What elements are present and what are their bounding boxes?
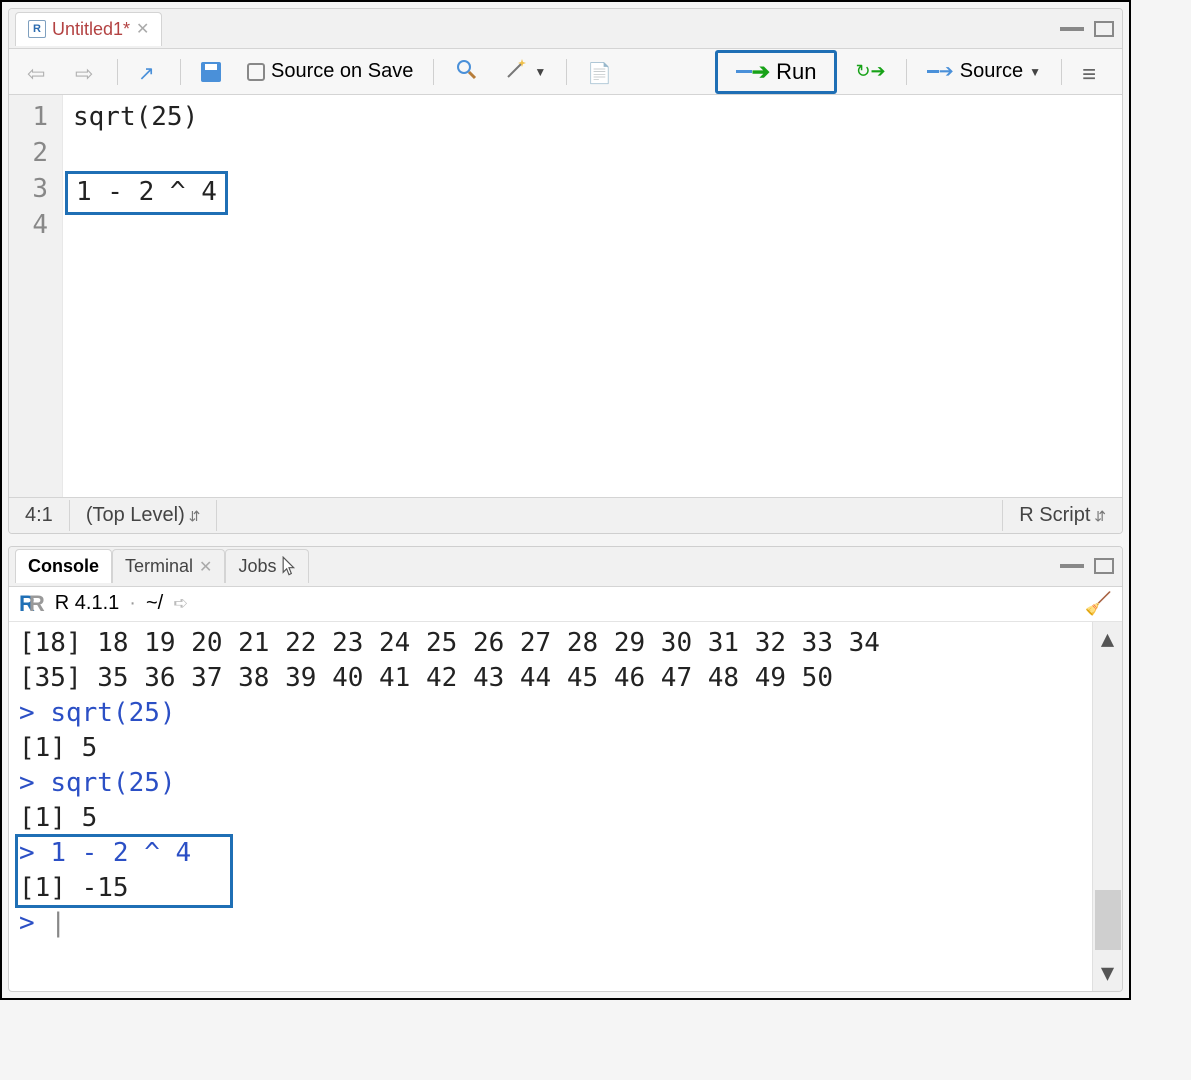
separator (433, 59, 434, 85)
tab-console-label: Console (28, 556, 99, 577)
magnifier-icon (454, 57, 478, 87)
find-replace-button[interactable] (446, 53, 486, 91)
scroll-thumb[interactable] (1095, 890, 1121, 950)
chevron-down-icon: ▼ (1029, 65, 1041, 79)
maximize-pane-icon[interactable] (1094, 558, 1114, 574)
r-logo-icon: RR (19, 591, 45, 617)
scroll-down-icon[interactable]: ▼ (1101, 956, 1114, 991)
floppy-disk-icon (201, 62, 221, 82)
arrow-left-icon (27, 61, 49, 83)
console-pane: Console Terminal ✕ Jobs RR R 4.1.1 · ~/ … (8, 546, 1123, 992)
mouse-cursor-icon (282, 556, 296, 577)
cursor-position: 4:1 (9, 500, 70, 531)
compile-report-button[interactable] (579, 57, 617, 87)
editor-toolbar: Source on Save ▼ ➔ Run ↻➔ ➔ (9, 49, 1122, 95)
editor-tab-row: R Untitled1* ✕ (9, 9, 1122, 49)
tab-jobs[interactable]: Jobs (225, 549, 309, 583)
save-button[interactable] (193, 58, 229, 86)
minimize-pane-icon[interactable] (1060, 564, 1084, 568)
code-lines[interactable]: sqrt(25) 1 - 2 ^ 4 (63, 95, 1122, 497)
scroll-up-icon[interactable]: ▲ (1101, 622, 1114, 657)
chevron-down-icon: ▼ (534, 65, 546, 79)
tab-jobs-label: Jobs (238, 556, 276, 577)
nav-back-button[interactable] (19, 57, 57, 87)
file-tab-untitled1[interactable]: R Untitled1* ✕ (15, 12, 162, 46)
rerun-button[interactable]: ↻➔ (847, 57, 893, 86)
source-button-label: Source (960, 60, 1023, 83)
goto-directory-icon[interactable]: ➪ (173, 593, 188, 614)
separator (117, 59, 118, 85)
separator (906, 59, 907, 85)
tab-console[interactable]: Console (15, 549, 112, 583)
code-tools-button[interactable]: ▼ (496, 53, 554, 91)
tab-terminal[interactable]: Terminal ✕ (112, 549, 225, 583)
outline-icon (1082, 61, 1104, 83)
source-on-save-checkbox[interactable]: Source on Save (239, 56, 421, 87)
separator (180, 59, 181, 85)
console-output[interactable]: [18] 18 19 20 21 22 23 24 25 26 27 28 29… (9, 622, 1092, 991)
source-arrow-icon: ➔ (927, 61, 954, 82)
maximize-pane-icon[interactable] (1094, 21, 1114, 37)
tab-terminal-label: Terminal (125, 556, 193, 577)
r-version-label: R 4.1.1 (55, 592, 119, 615)
notebook-icon (587, 61, 609, 83)
run-arrow-icon: ➔ (736, 59, 770, 85)
run-button-label: Run (776, 59, 816, 85)
run-button[interactable]: ➔ Run (715, 50, 838, 94)
show-in-new-window-button[interactable] (130, 57, 168, 87)
scope-selector[interactable]: (Top Level) (70, 500, 218, 531)
nav-forward-button[interactable] (67, 57, 105, 87)
scrollbar[interactable]: ▲ ▼ (1092, 622, 1122, 991)
checkbox-icon (247, 63, 265, 81)
separator (1061, 59, 1062, 85)
minimize-pane-icon[interactable] (1060, 27, 1084, 31)
console-header: RR R 4.1.1 · ~/ ➪ 🧹 (9, 587, 1122, 622)
editor-pane: R Untitled1* ✕ Source on Save (8, 8, 1123, 534)
source-button[interactable]: ➔ Source ▼ (919, 56, 1049, 87)
magic-wand-icon (504, 57, 528, 87)
clear-console-icon[interactable]: 🧹 (1085, 591, 1112, 617)
separator-dot: · (129, 592, 136, 615)
console-body: [18] 18 19 20 21 22 23 24 25 26 27 28 29… (9, 622, 1122, 991)
separator (566, 59, 567, 85)
console-tab-row: Console Terminal ✕ Jobs (9, 547, 1122, 587)
line-number-gutter: 1234 (9, 95, 63, 497)
editor-status-bar: 4:1 (Top Level) R Script (9, 497, 1122, 533)
rerun-icon: ↻➔ (855, 61, 885, 82)
console-highlight-box (15, 834, 233, 908)
code-editor[interactable]: 1234 sqrt(25) 1 - 2 ^ 4 (9, 95, 1122, 497)
pane-window-controls (1060, 558, 1114, 574)
close-tab-icon[interactable]: ✕ (199, 557, 212, 577)
pane-window-controls (1060, 21, 1114, 37)
close-tab-icon[interactable]: ✕ (136, 19, 149, 39)
source-on-save-label: Source on Save (271, 60, 413, 83)
working-directory[interactable]: ~/ (146, 592, 163, 615)
r-file-icon: R (28, 20, 46, 38)
file-type-selector[interactable]: R Script (1002, 500, 1122, 531)
arrow-right-icon (75, 61, 97, 83)
file-tab-title: Untitled1* (52, 19, 130, 40)
document-outline-button[interactable] (1074, 57, 1112, 87)
popout-icon (138, 61, 160, 83)
